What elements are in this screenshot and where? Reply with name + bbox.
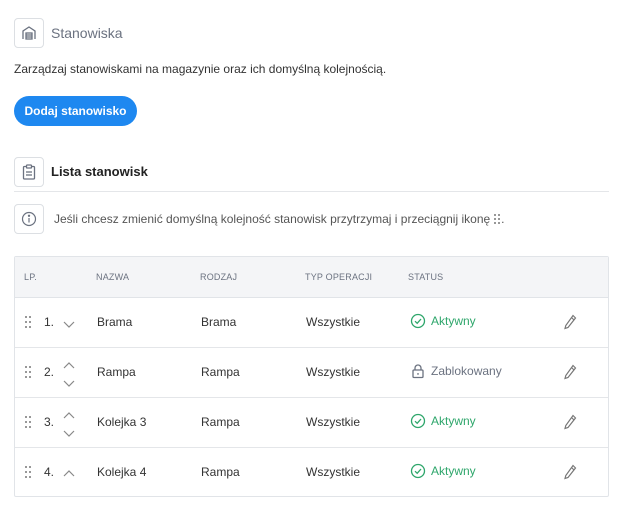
move-up-icon[interactable] <box>62 408 76 419</box>
status-badge: Aktywny <box>410 413 476 429</box>
status-badge: Aktywny <box>410 463 476 479</box>
status-label: Aktywny <box>431 314 476 328</box>
row-lp: 3. <box>44 415 55 429</box>
status-label: Zablokowany <box>431 364 502 378</box>
column-lp: LP. <box>24 272 37 282</box>
check-circle-icon <box>410 313 426 329</box>
section-divider <box>14 191 609 192</box>
row-name: Kolejka 3 <box>97 415 147 429</box>
row-name: Rampa <box>97 365 136 379</box>
column-status: STATUS <box>408 272 444 282</box>
hint-suffix: . <box>501 212 505 226</box>
stations-table: LP. NAZWA RODZAJ TYP OPERACJI STATUS 1. … <box>14 256 609 497</box>
status-badge: Aktywny <box>410 313 476 329</box>
info-icon <box>14 204 44 234</box>
row-lp: 1. <box>44 315 55 329</box>
row-lp: 4. <box>44 465 55 479</box>
row-order-controls <box>61 303 77 343</box>
move-up-icon[interactable] <box>62 466 76 477</box>
drag-handle-icon[interactable] <box>24 365 32 384</box>
lock-icon <box>410 363 426 379</box>
row-name: Kolejka 4 <box>97 465 147 479</box>
clipboard-icon <box>14 157 44 187</box>
column-operation: TYP OPERACJI <box>305 272 373 282</box>
row-operation: Wszystkie <box>306 365 360 379</box>
status-label: Aktywny <box>431 464 476 478</box>
row-type: Rampa <box>201 465 240 479</box>
row-order-controls <box>61 403 77 443</box>
reorder-hint: Jeśli chcesz zmienić domyślną kolejność … <box>54 212 505 228</box>
row-type: Rampa <box>201 365 240 379</box>
status-badge: Zablokowany <box>410 363 502 379</box>
row-operation: Wszystkie <box>306 315 360 329</box>
drag-handle-icon[interactable] <box>24 315 32 334</box>
pencil-icon[interactable] <box>562 363 578 381</box>
row-lp: 2. <box>44 365 55 379</box>
table-row: 2. Rampa Rampa Wszystkie Zablokowany <box>15 348 608 398</box>
status-label: Aktywny <box>431 414 476 428</box>
warehouse-icon <box>14 18 44 48</box>
pencil-icon[interactable] <box>562 463 578 481</box>
row-name: Brama <box>97 315 133 329</box>
check-circle-icon <box>410 413 426 429</box>
drag-handle-icon[interactable] <box>24 415 32 434</box>
table-row: 3. Kolejka 3 Rampa Wszystkie Aktywny <box>15 398 608 448</box>
row-type: Rampa <box>201 415 240 429</box>
pencil-icon[interactable] <box>562 313 578 331</box>
row-type: Brama <box>201 315 237 329</box>
move-up-icon[interactable] <box>62 358 76 369</box>
table-row: 1. Brama Brama Wszystkie Aktywny <box>15 298 608 348</box>
check-circle-icon <box>410 463 426 479</box>
hint-text: Jeśli chcesz zmienić domyślną kolejność … <box>54 212 491 226</box>
move-down-icon[interactable] <box>62 316 76 328</box>
page-title: Stanowiska <box>51 25 123 41</box>
pencil-icon[interactable] <box>562 413 578 431</box>
section-title: Lista stanowisk <box>51 164 148 179</box>
drag-handle-icon[interactable] <box>24 465 32 484</box>
move-down-icon[interactable] <box>62 375 76 387</box>
row-operation: Wszystkie <box>306 415 360 429</box>
row-order-controls <box>61 453 77 493</box>
move-down-icon[interactable] <box>62 425 76 437</box>
column-name: NAZWA <box>96 272 130 282</box>
table-header: LP. NAZWA RODZAJ TYP OPERACJI STATUS <box>15 257 608 298</box>
row-order-controls <box>61 353 77 393</box>
add-station-button[interactable]: Dodaj stanowisko <box>14 96 137 126</box>
table-row: 4. Kolejka 4 Rampa Wszystkie Aktywny <box>15 448 608 498</box>
row-operation: Wszystkie <box>306 465 360 479</box>
column-type: RODZAJ <box>200 272 238 282</box>
drag-handle-icon <box>493 213 501 228</box>
page-description: Zarządzaj stanowiskami na magazynie oraz… <box>14 62 387 76</box>
